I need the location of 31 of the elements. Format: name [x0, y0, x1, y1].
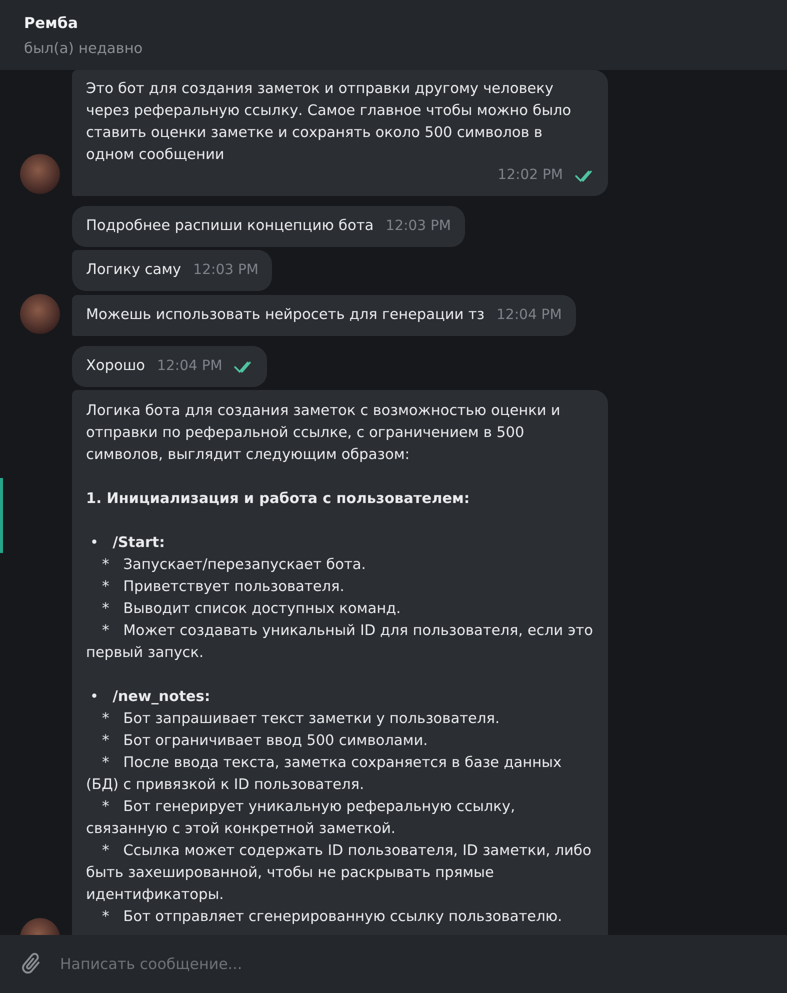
- message-time: 12:04 PM: [157, 357, 222, 376]
- contact-name: Ремба: [24, 14, 80, 32]
- list-heading: /new_notes:: [112, 689, 210, 705]
- avatar-image: [20, 294, 60, 334]
- message-text: Логику саму: [86, 261, 182, 280]
- message-time: 12:04 PM: [496, 306, 562, 325]
- list-item: * Запускает/перезапускает бота.: [101, 556, 367, 575]
- list-item: * Выводит список доступных команд.: [101, 600, 402, 619]
- message-time: 12:02 PM: [498, 166, 563, 185]
- list-item: * Может создавать уникальный ID для пользователя, если это первый запуск.: [86, 622, 594, 663]
- list-item: * Ссылка может содержать ID пользователя, ID заметки, либо быть захешированной, чтобы не раскрывать прямые идентификаторы.: [86, 842, 592, 905]
- bullet-mark: •: [90, 535, 99, 551]
- message-text: Подробнее распиши концепцию бота: [86, 217, 374, 236]
- message-time: 12:03 PM: [193, 261, 258, 280]
- bullet-mark: •: [90, 689, 99, 705]
- message-text: Логика бота для создания заметок с возможностью оценки и отправки по реферальной ссылке, с ограничением в 500 символов, выглядит следующим образом:: [86, 402, 562, 465]
- list-item: * Бот запрашивает текст заметки у пользователя.: [101, 710, 501, 729]
- message-text: Это бот для создания заметок и отправки другому человеку через реферальную ссылку. Самое главное чтобы можно было ставить оценки заметке и сохранять около 500 символов в одном сообщении: [86, 80, 572, 165]
- message-text: Можешь использовать нейросеть для генерации тз: [86, 306, 484, 325]
- message-input[interactable]: Написать сообщение...: [58, 948, 787, 980]
- message-heading: 1. Инициализация и работа с пользователем:: [86, 490, 471, 509]
- list-item: * Приветствует пользователя.: [101, 578, 346, 597]
- list-item: * Бот отправляет сгенерированную ссылку пользователю.: [101, 908, 564, 927]
- message-text: Хорошо: [86, 357, 146, 376]
- list-item: * Бот ограничивает ввод 500 символами.: [101, 732, 429, 751]
- contact-status: был(а) недавно: [24, 41, 144, 57]
- list-item: * Бот генерирует уникальную реферальную ссылку, связанную с этой конкретной заметкой.: [86, 798, 516, 839]
- list-item: * После ввода текста, заметка сохраняется в базе данных (БД) с привязкой к ID пользователя.: [86, 754, 563, 795]
- list-heading: /Start:: [112, 535, 165, 551]
- message-time: 12:03 PM: [386, 217, 451, 236]
- avatar-image: [20, 154, 60, 194]
